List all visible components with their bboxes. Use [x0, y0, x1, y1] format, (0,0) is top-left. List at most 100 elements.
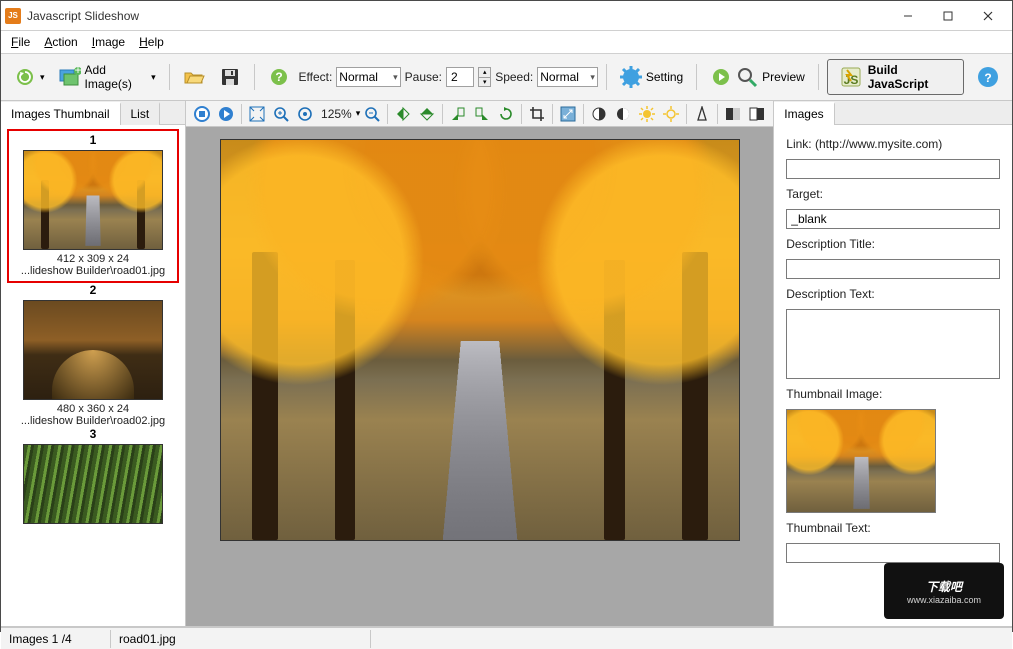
pause-input[interactable]: 2 — [446, 67, 474, 87]
thumbnail-item[interactable]: 2 480 x 360 x 24 ...lideshow Builder\roa… — [9, 283, 177, 427]
refresh-button[interactable]: ▾ — [9, 63, 50, 91]
desc-title-input[interactable] — [786, 259, 1000, 279]
status-count: Images 1 /4 — [1, 630, 111, 648]
canvas[interactable] — [186, 127, 773, 626]
minimize-button[interactable] — [888, 2, 928, 30]
setting-label: Setting — [646, 70, 683, 84]
thumb-text-label: Thumbnail Text: — [786, 521, 1000, 535]
menu-help[interactable]: Help — [133, 33, 170, 51]
brightness-up-button[interactable] — [659, 103, 683, 125]
thumb-img-label: Thumbnail Image: — [786, 387, 1000, 401]
open-button[interactable] — [178, 63, 210, 91]
zoom-in-button[interactable] — [269, 103, 293, 125]
menubar: File Action Image Help — [1, 31, 1012, 54]
preview-image — [220, 139, 740, 541]
thumbnail-image — [23, 444, 163, 524]
thumb-text-input[interactable] — [786, 543, 1000, 563]
close-button[interactable] — [968, 2, 1008, 30]
statusbar: Images 1 /4 road01.jpg — [1, 627, 1012, 649]
pause-spinner[interactable]: ▴▾ — [478, 67, 491, 87]
menu-file[interactable]: File — [5, 33, 36, 51]
image-toolbar: 125% ▾ — [186, 101, 773, 127]
build-icon: JS — [840, 66, 862, 88]
properties-body: Link: (http://www.mysite.com) Target: De… — [774, 125, 1012, 575]
right-tabstrip: Images — [774, 101, 1012, 125]
link-input[interactable] — [786, 159, 1000, 179]
resize-button[interactable] — [556, 103, 580, 125]
folder-open-icon — [183, 66, 205, 88]
desc-text-input[interactable] — [786, 309, 1000, 379]
rotate-left-button[interactable] — [446, 103, 470, 125]
stop-button[interactable] — [190, 103, 214, 125]
invert-button[interactable] — [745, 103, 769, 125]
desc-text-label: Description Text: — [786, 287, 1000, 301]
play-button[interactable] — [214, 103, 238, 125]
grayscale-button[interactable] — [721, 103, 745, 125]
flip-h-button[interactable] — [415, 103, 439, 125]
menu-image[interactable]: Image — [86, 33, 131, 51]
info-icon: ? — [268, 66, 290, 88]
help-button[interactable]: ? — [972, 63, 1004, 91]
svg-text:?: ? — [275, 70, 282, 84]
circle-arrow-icon — [14, 66, 36, 88]
setting-button[interactable]: Setting — [615, 63, 688, 91]
right-panel: Images Link: (http://www.mysite.com) Tar… — [773, 101, 1012, 626]
svg-text:?: ? — [984, 71, 991, 85]
add-image-icon: + — [59, 66, 81, 88]
rotate-right-button[interactable] — [470, 103, 494, 125]
add-image-label: Add Image(s) — [85, 63, 148, 91]
fit-button[interactable] — [245, 103, 269, 125]
status-file: road01.jpg — [111, 630, 371, 648]
zoom-reset-button[interactable] — [293, 103, 317, 125]
tab-images[interactable]: Images — [774, 102, 834, 125]
tab-images-thumbnail[interactable]: Images Thumbnail — [1, 102, 121, 125]
save-icon — [219, 66, 241, 88]
build-button[interactable]: JS Build JavaScript — [827, 59, 964, 95]
link-label: Link: (http://www.mysite.com) — [786, 137, 1000, 151]
help-icon: ? — [977, 66, 999, 88]
build-label: Build JavaScript — [868, 63, 951, 91]
thumbnail-list[interactable]: 1 412 x 309 x 24 ...lideshow Builder\roa… — [1, 125, 185, 626]
add-image-button[interactable]: + Add Image(s) ▾ — [54, 60, 161, 94]
effect-label: Effect: — [299, 70, 333, 84]
thumbnail-item[interactable]: 1 412 x 309 x 24 ...lideshow Builder\roa… — [7, 129, 179, 283]
target-input[interactable] — [786, 209, 1000, 229]
thumb-img-preview[interactable] — [786, 409, 936, 513]
pause-label: Pause: — [405, 70, 442, 84]
gear-icon — [620, 66, 642, 88]
left-panel: Images Thumbnail List 1 412 x 309 x 24 .… — [1, 101, 186, 626]
titlebar: JS Javascript Slideshow — [1, 1, 1012, 31]
flip-v-button[interactable] — [391, 103, 415, 125]
speed-select[interactable]: Normal▾ — [537, 67, 598, 87]
effect-select[interactable]: Normal▾ — [336, 67, 400, 87]
save-button[interactable] — [214, 63, 246, 91]
thumbnail-image — [23, 150, 163, 250]
menu-action[interactable]: Action — [38, 33, 83, 51]
center-panel: 125% ▾ — [186, 101, 773, 626]
rotate-free-button[interactable] — [494, 103, 518, 125]
target-label: Target: — [786, 187, 1000, 201]
main-toolbar: ▾ + Add Image(s) ▾ ? Effect: Normal▾ Pau… — [1, 54, 1012, 101]
maximize-button[interactable] — [928, 2, 968, 30]
window-title: Javascript Slideshow — [27, 9, 888, 23]
thumbnail-image — [23, 300, 163, 400]
main-area: Images Thumbnail List 1 412 x 309 x 24 .… — [1, 101, 1012, 627]
crop-button[interactable] — [525, 103, 549, 125]
effect-info-button[interactable]: ? — [263, 63, 295, 91]
zoom-out-button[interactable] — [360, 103, 384, 125]
zoom-level: 125% — [321, 107, 352, 121]
magnifier-icon — [736, 66, 758, 88]
left-tabstrip: Images Thumbnail List — [1, 101, 185, 125]
svg-text:+: + — [74, 67, 81, 77]
brightness-down-button[interactable] — [611, 103, 635, 125]
brightness-button[interactable] — [635, 103, 659, 125]
watermark: 下载吧 www.xiazaiba.com — [884, 563, 1004, 619]
contrast-button[interactable] — [587, 103, 611, 125]
speed-label: Speed: — [495, 70, 533, 84]
sharpen-button[interactable] — [690, 103, 714, 125]
thumbnail-item[interactable]: 3 — [9, 427, 177, 524]
preview-button[interactable]: Preview — [705, 63, 810, 91]
tab-list[interactable]: List — [121, 102, 161, 125]
preview-label: Preview — [762, 70, 805, 84]
preview-icon — [710, 66, 732, 88]
